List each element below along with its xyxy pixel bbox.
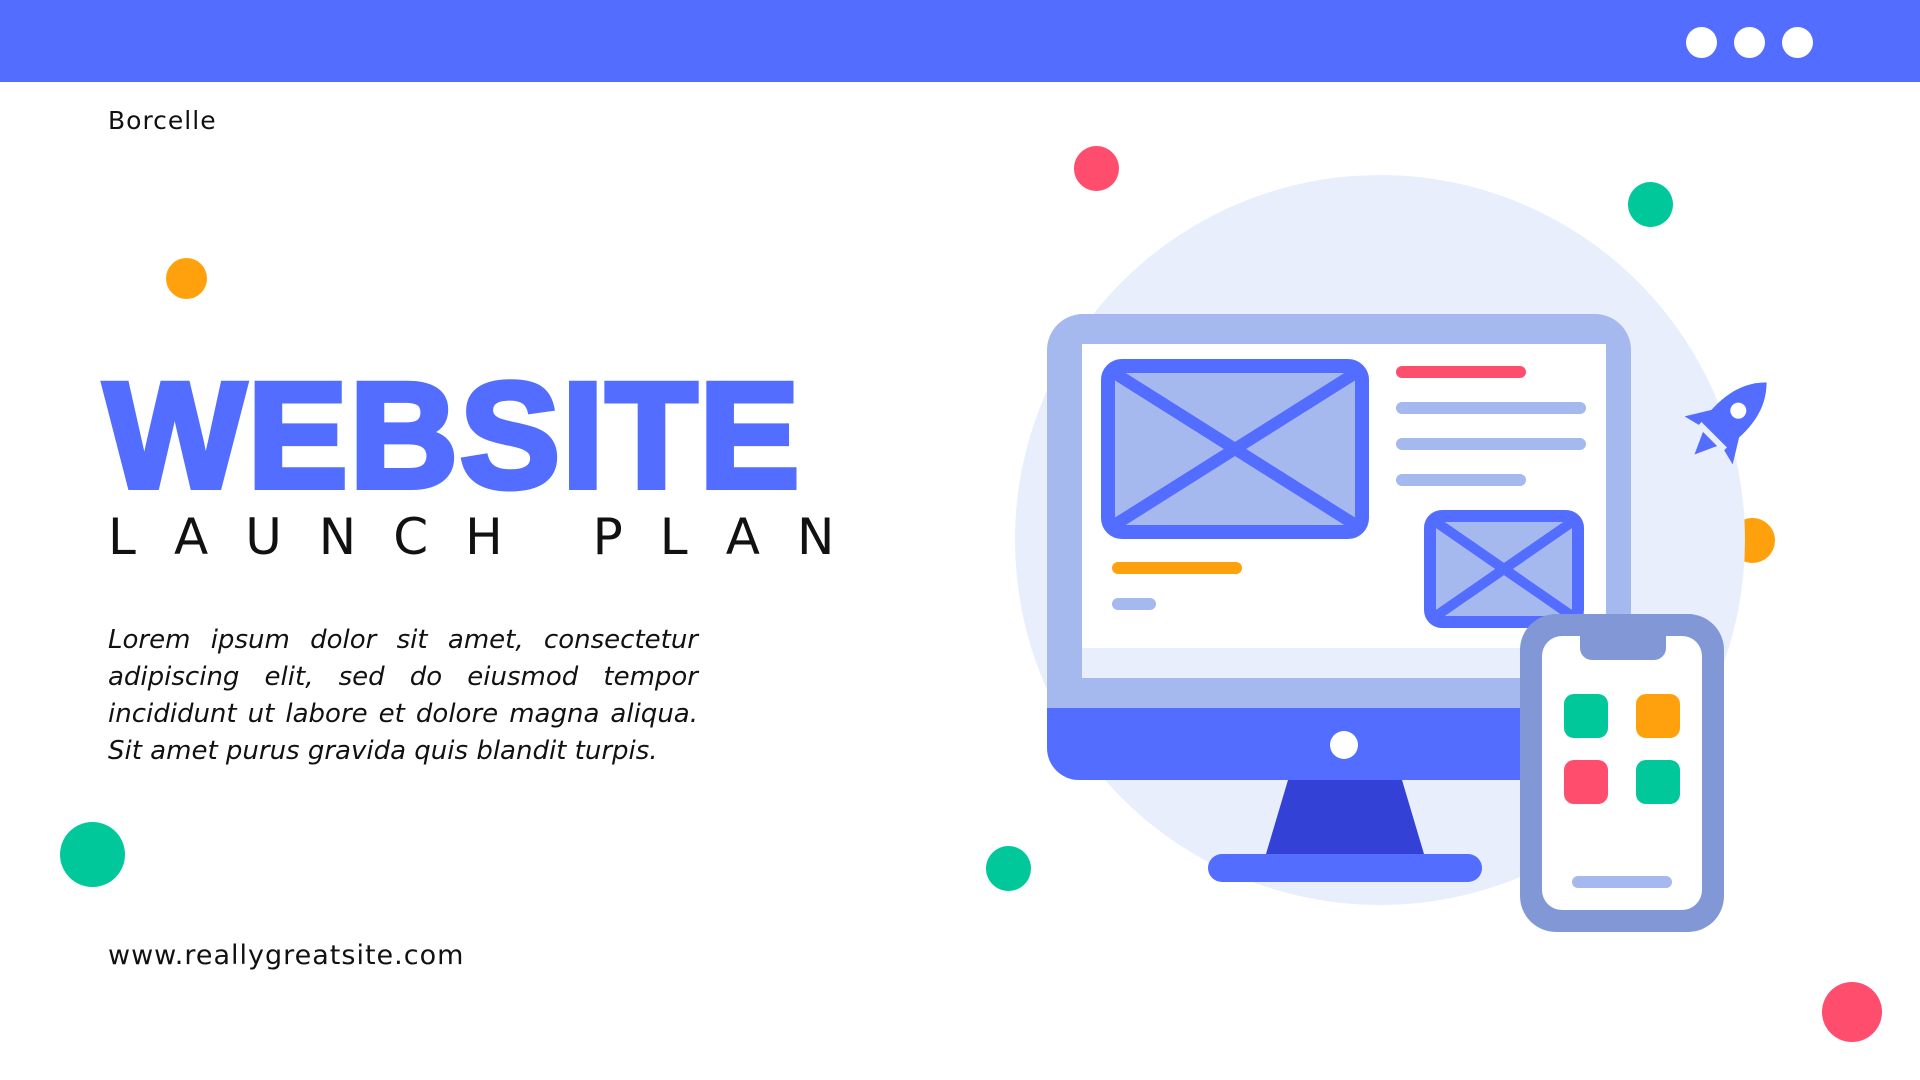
text-line bbox=[1112, 598, 1156, 610]
app-tile-icon bbox=[1564, 760, 1608, 804]
page-title: WEBSITE bbox=[101, 351, 802, 519]
text-line bbox=[1396, 438, 1586, 450]
page-subtitle: LAUNCH PLAN bbox=[108, 508, 872, 566]
smartphone-icon bbox=[1520, 614, 1724, 932]
text-line bbox=[1396, 402, 1586, 414]
decorative-dot bbox=[60, 822, 125, 887]
decorative-dot bbox=[166, 258, 207, 299]
decorative-dot bbox=[1822, 982, 1882, 1042]
text-line bbox=[1112, 562, 1242, 574]
app-tile-icon bbox=[1636, 760, 1680, 804]
window-dot-icon[interactable] bbox=[1782, 27, 1813, 58]
brand-name: Borcelle bbox=[108, 106, 217, 135]
envelope-icon bbox=[1424, 510, 1584, 628]
text-line bbox=[1396, 474, 1526, 486]
website-illustration bbox=[1015, 175, 1767, 932]
window-dot-icon[interactable] bbox=[1734, 27, 1765, 58]
description-text: Lorem ipsum dolor sit amet, consectetur … bbox=[108, 625, 698, 766]
app-tile-icon bbox=[1564, 694, 1608, 738]
window-dot-icon[interactable] bbox=[1686, 27, 1717, 58]
text-line bbox=[1396, 366, 1526, 378]
website-link[interactable]: www.reallygreatsite.com bbox=[108, 940, 464, 971]
app-tile-icon bbox=[1636, 694, 1680, 738]
envelope-icon bbox=[1101, 359, 1369, 539]
top-bar bbox=[0, 0, 1920, 82]
